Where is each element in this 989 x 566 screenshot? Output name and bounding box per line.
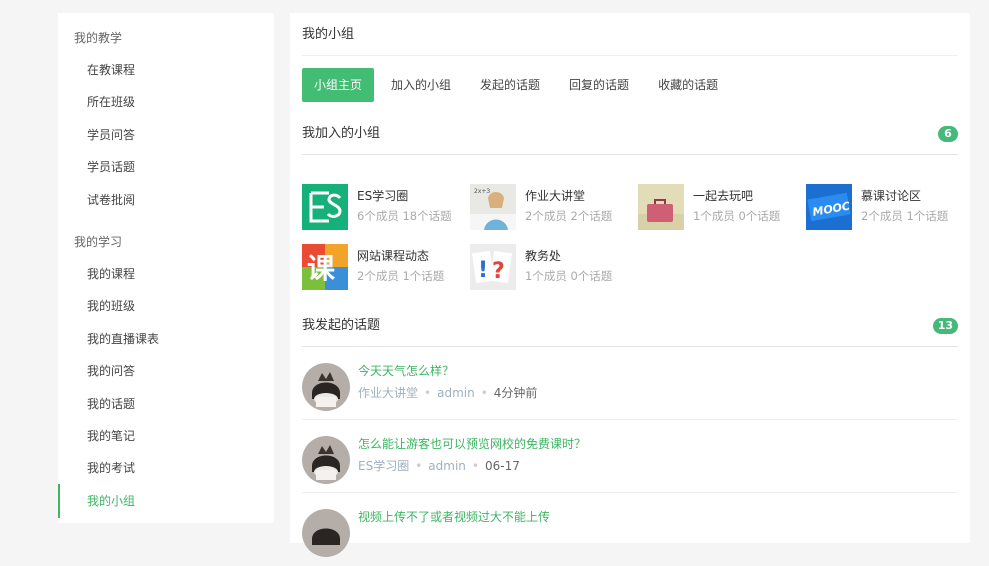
group-name[interactable]: 一起去玩吧: [693, 188, 793, 204]
svg-text:!: !: [478, 258, 488, 283]
started-topics-header: 我发起的话题 13: [302, 306, 958, 347]
topics-count-badge: 13: [932, 318, 958, 334]
tab-started-topics[interactable]: 发起的话题: [468, 68, 552, 102]
topic-item: 今天天气怎么样？ 作业大讲堂 • admin • 4分钟前: [302, 347, 958, 420]
question-mark-icon[interactable]: ! ?: [470, 244, 516, 290]
group-stats: 1个成员 0个话题: [693, 209, 781, 223]
sidebar-item-my-courses[interactable]: 我的课程: [58, 263, 274, 295]
es-logo-icon[interactable]: [302, 184, 348, 230]
sidebar-item-teaching-courses[interactable]: 在教课程: [58, 59, 274, 91]
topic-title[interactable]: 今天天气怎么样？: [358, 363, 537, 379]
sidebar-item-my-qa[interactable]: 我的问答: [58, 360, 274, 392]
group-stats: 6个成员 18个话题: [357, 209, 452, 223]
topic-time: 4分钟前: [493, 386, 538, 400]
sidebar-item-my-groups[interactable]: 我的小组: [58, 483, 274, 522]
svg-text:?: ?: [492, 259, 505, 284]
group-card[interactable]: ! ? 教务处 1个成员 0个话题: [470, 244, 638, 304]
avatar[interactable]: [302, 436, 350, 484]
group-stats: 1个成员 0个话题: [525, 269, 613, 283]
sidebar: 我的教学 在教课程 所在班级 学员问答 学员话题 试卷批阅 我的学习 我的课程 …: [58, 13, 274, 523]
group-card[interactable]: MOOC 慕课讨论区 2个成员 1个话题: [806, 184, 974, 244]
group-name[interactable]: 教务处: [525, 248, 625, 264]
group-card[interactable]: ES学习圈 6个成员 18个话题: [302, 184, 470, 244]
joined-groups-title: 我加入的小组: [302, 126, 381, 141]
group-stats: 2个成员 2个话题: [525, 209, 613, 223]
mooc-logo-icon[interactable]: MOOC: [806, 184, 852, 230]
joined-groups-header: 我加入的小组 6: [302, 114, 958, 155]
group-card[interactable]: 一起去玩吧 1个成员 0个话题: [638, 184, 806, 244]
group-name[interactable]: 网站课程动态: [357, 248, 457, 264]
tab-replied-topics[interactable]: 回复的话题: [557, 68, 641, 102]
started-topics-title: 我发起的话题: [302, 318, 381, 333]
sidebar-teaching-title: 我的教学: [74, 31, 123, 45]
tab-joined-groups[interactable]: 加入的小组: [379, 68, 463, 102]
sidebar-item-grading[interactable]: 试卷批阅: [58, 189, 274, 221]
topic-meta: 作业大讲堂 • admin • 4分钟前: [358, 386, 538, 400]
topic-item: 视频上传不了或者视频过大不能上传: [302, 493, 958, 566]
group-name[interactable]: 慕课讨论区: [861, 188, 961, 204]
group-name[interactable]: 作业大讲堂: [525, 188, 625, 204]
topic-meta: ES学习圈 • admin • 06-17: [358, 459, 520, 473]
sidebar-item-live-schedule[interactable]: 我的直播课表: [58, 328, 274, 360]
main-panel: 我的小组 小组主页 加入的小组 发起的话题 回复的话题 收藏的话题 我加入的小组…: [290, 13, 970, 557]
svg-text:课: 课: [307, 252, 336, 285]
tab-group-home[interactable]: 小组主页: [302, 68, 375, 102]
topic-group-link[interactable]: 作业大讲堂: [358, 386, 418, 400]
svg-text:2x+3: 2x+3: [474, 188, 490, 195]
topic-title[interactable]: 视频上传不了或者视频过大不能上传: [358, 509, 550, 525]
sidebar-item-student-topics[interactable]: 学员话题: [58, 156, 274, 188]
sidebar-item-my-notes[interactable]: 我的笔记: [58, 425, 274, 457]
tab-bar: 小组主页 加入的小组 发起的话题 回复的话题 收藏的话题: [302, 68, 958, 102]
tab-favorite-topics[interactable]: 收藏的话题: [646, 68, 730, 102]
topic-title[interactable]: 怎么能让游客也可以预览网校的免费课时？: [358, 436, 586, 452]
avatar[interactable]: [302, 509, 350, 557]
joined-count-badge: 6: [938, 126, 958, 142]
group-grid: ES学习圈 6个成员 18个话题 2x+3 作业大讲堂 2个成员 2个话题 一起…: [302, 184, 982, 304]
group-stats: 2个成员 1个话题: [861, 209, 949, 223]
sidebar-item-my-classes[interactable]: 我的班级: [58, 295, 274, 327]
group-stats: 2个成员 1个话题: [357, 269, 445, 283]
group-name[interactable]: ES学习圈: [357, 188, 457, 204]
topic-user-link[interactable]: admin: [437, 386, 475, 400]
page-title: 我的小组: [302, 13, 958, 56]
group-card[interactable]: 课 网站课程动态 2个成员 1个话题: [302, 244, 470, 304]
topic-group-link[interactable]: ES学习圈: [358, 459, 409, 473]
sidebar-learning-title: 我的学习: [74, 234, 123, 249]
topic-user-link[interactable]: admin: [428, 459, 466, 473]
student-photo-icon[interactable]: 2x+3: [470, 184, 516, 230]
sidebar-item-my-exams[interactable]: 我的考试: [58, 457, 274, 489]
sidebar-item-classes[interactable]: 所在班级: [58, 91, 274, 123]
sidebar-item-my-topics[interactable]: 我的话题: [58, 393, 274, 425]
suitcase-photo-icon[interactable]: [638, 184, 684, 230]
group-card[interactable]: 2x+3 作业大讲堂 2个成员 2个话题: [470, 184, 638, 244]
avatar[interactable]: [302, 363, 350, 411]
course-logo-icon[interactable]: 课: [302, 244, 348, 290]
topic-item: 怎么能让游客也可以预览网校的免费课时？ ES学习圈 • admin • 06-17: [302, 420, 958, 493]
topic-time: 06-17: [484, 459, 520, 473]
sidebar-item-student-qa[interactable]: 学员问答: [58, 124, 274, 156]
